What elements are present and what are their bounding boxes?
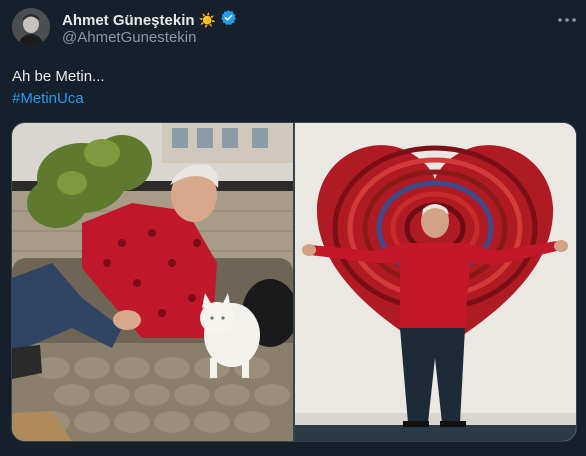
- photo-man-with-white-cat[interactable]: [12, 123, 293, 441]
- sun-emoji: ☀️: [198, 11, 216, 28]
- hashtag-link[interactable]: #MetinUca: [12, 88, 105, 110]
- more-options-icon[interactable]: [554, 10, 580, 30]
- photo-man-before-red-heart-artwork[interactable]: [295, 123, 576, 441]
- media-grid: [11, 122, 577, 442]
- tweet-text-line: Ah be Metin...: [12, 68, 105, 85]
- author-name[interactable]: Ahmet Güneştekin: [62, 12, 195, 29]
- verified-badge-icon: [220, 9, 237, 31]
- author-name-row[interactable]: Ahmet Güneştekin ☀️: [62, 9, 237, 31]
- avatar[interactable]: [12, 8, 50, 46]
- author-handle[interactable]: @AhmetGunestekin: [62, 29, 196, 46]
- tweet-text: Ah be Metin... #MetinUca: [12, 66, 105, 110]
